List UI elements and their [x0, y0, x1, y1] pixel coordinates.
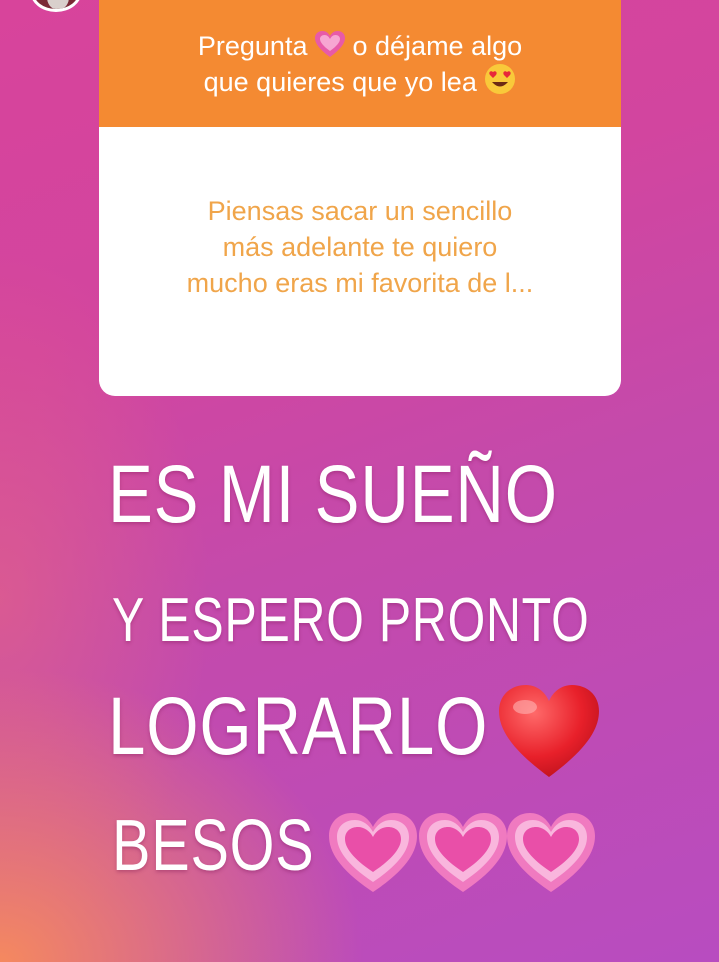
- answer-line-3: LOGRARLO: [108, 681, 489, 772]
- answer-line-1: ES MI SUEÑO: [108, 449, 558, 540]
- question-prompt: Pregunta o déjame algo que quieres que y…: [99, 0, 621, 127]
- question-line-1: Piensas sacar un sencillo: [207, 195, 513, 226]
- question-line-2: más adelante te quiero: [222, 231, 498, 262]
- question-sticker: Pregunta o déjame algo que quieres que y…: [99, 0, 621, 396]
- sparkling-heart-icon: [314, 30, 345, 57]
- answer-line-2: Y ESPERO PRONTO: [112, 586, 590, 655]
- growing-heart-icon: [419, 813, 507, 892]
- growing-heart-icon: [507, 813, 595, 892]
- red-heart-icon: [499, 685, 599, 777]
- prompt-text-start: Pregunta: [197, 30, 308, 61]
- prompt-text-end: o déjame algo: [352, 30, 523, 61]
- growing-heart-icon: [329, 813, 417, 892]
- question-text: Piensas sacar un sencillo más adelante t…: [99, 127, 621, 396]
- heart-eyes-emoji-icon: [485, 63, 516, 94]
- prompt-text-line2: que quieres que yo lea: [203, 66, 477, 97]
- question-line-3: mucho eras mi favorita de l...: [186, 267, 534, 298]
